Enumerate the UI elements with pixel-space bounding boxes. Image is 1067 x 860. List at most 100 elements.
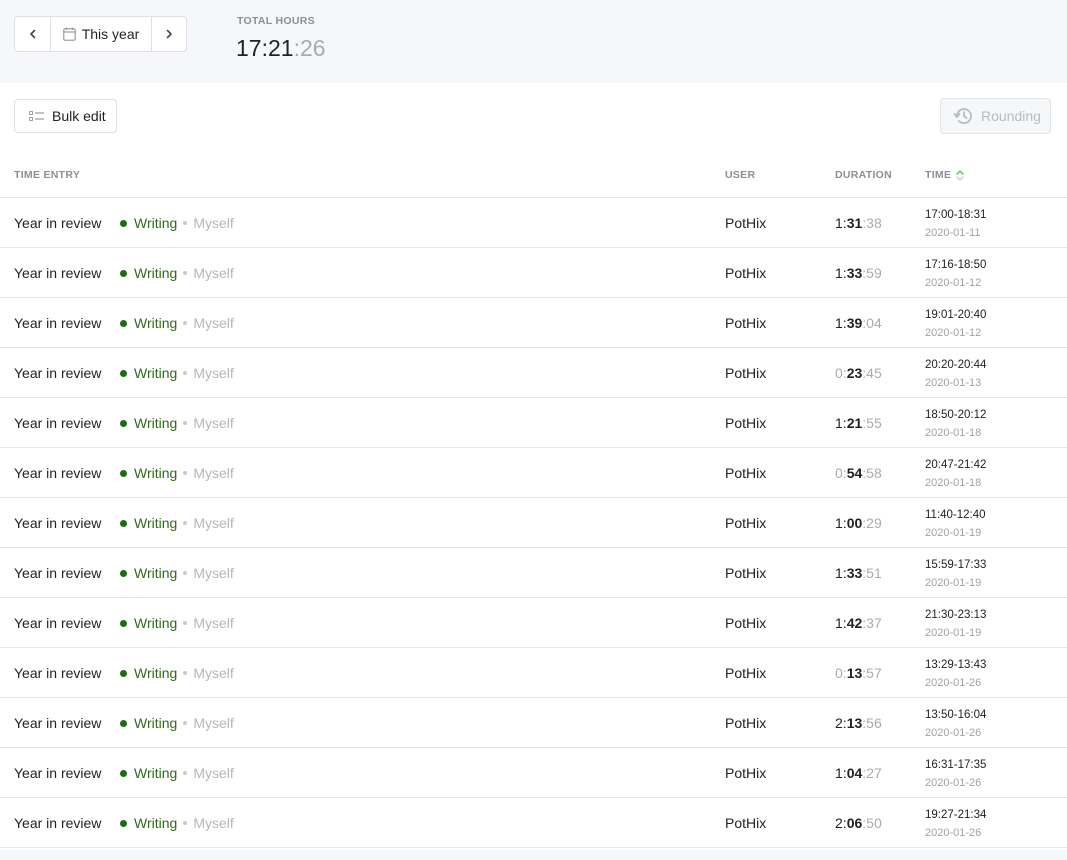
entry-description[interactable]: Year in review (14, 365, 101, 381)
project-name: Writing (134, 615, 178, 631)
entry-duration[interactable]: 1:33:51 (835, 565, 882, 581)
header-time-label: TIME (925, 169, 952, 181)
entry-time-range[interactable]: 21:30-23:13 (925, 609, 986, 621)
separator-dot (183, 221, 188, 225)
period-dropdown[interactable]: This year (50, 17, 151, 51)
duration-minutes: 42 (846, 615, 863, 631)
duration-hours: 2 (835, 815, 843, 831)
table-row[interactable]: Year in review Writing Myself PotHix 0:13:57… (0, 648, 1067, 698)
duration-minutes: 39 (846, 315, 863, 331)
entry-time-range[interactable]: 17:16-18:50 (925, 259, 986, 271)
duration-hours: 2 (835, 715, 843, 731)
table-row[interactable]: Year in review Writing Myself PotHix 2:06:50… (0, 798, 1067, 848)
duration-hours: 1 (835, 765, 843, 781)
duration-hours: 1 (835, 615, 843, 631)
entry-time-range[interactable]: 20:20-20:44 (925, 359, 986, 371)
entry-duration[interactable]: 1:21:55 (835, 415, 882, 431)
header-time[interactable]: TIME (925, 169, 964, 181)
header-user[interactable]: USER (725, 169, 755, 181)
previous-period-button[interactable] (15, 17, 50, 51)
client-name: Myself (193, 415, 234, 431)
header-time-entry[interactable]: TIME ENTRY (14, 169, 80, 181)
entry-description[interactable]: Year in review (14, 715, 101, 731)
entry-description[interactable]: Year in review (14, 465, 101, 481)
entry-duration[interactable]: 0:13:57 (835, 665, 882, 681)
entry-duration[interactable]: 2:06:50 (835, 815, 882, 831)
entry-time-range[interactable]: 11:40-12:40 (925, 509, 986, 521)
table-row[interactable]: Year in review Writing Myself PotHix 1:33:59… (0, 248, 1067, 298)
duration-hours: 0 (835, 465, 843, 481)
entry-project[interactable]: Writing Myself (120, 265, 234, 281)
project-color-dot (120, 469, 127, 477)
table-row[interactable]: Year in review Writing Myself PotHix 1:21:55… (0, 398, 1067, 448)
entry-project[interactable]: Writing Myself (120, 365, 234, 381)
entry-duration[interactable]: 1:31:38 (835, 215, 882, 231)
table-row[interactable]: Year in review Writing Myself PotHix 1:04:27… (0, 748, 1067, 798)
rounding-button[interactable]: Rounding (940, 98, 1051, 134)
header-duration[interactable]: DURATION (835, 169, 892, 181)
entry-date: 2020-01-19 (925, 627, 982, 639)
entry-description[interactable]: Year in review (14, 415, 101, 431)
separator-dot (183, 521, 188, 525)
project-name: Writing (134, 715, 178, 731)
entry-duration[interactable]: 1:42:37 (835, 615, 882, 631)
entry-description[interactable]: Year in review (14, 515, 101, 531)
entry-time-range[interactable]: 13:29-13:43 (925, 659, 986, 671)
entry-duration[interactable]: 1:00:29 (835, 515, 882, 531)
separator-dot (183, 271, 188, 275)
entry-duration[interactable]: 2:13:56 (835, 715, 882, 731)
entry-project[interactable]: Writing Myself (120, 215, 234, 231)
entry-user: PotHix (725, 365, 767, 381)
table-row[interactable]: Year in review Writing Myself PotHix 1:31:38… (0, 198, 1067, 248)
table-row[interactable]: Year in review Writing Myself PotHix 1:33:51… (0, 548, 1067, 598)
entry-duration[interactable]: 1:04:27 (835, 765, 882, 781)
entry-project[interactable]: Writing Myself (120, 765, 234, 781)
entry-description[interactable]: Year in review (14, 615, 101, 631)
entry-project[interactable]: Writing Myself (120, 415, 234, 431)
entry-project[interactable]: Writing Myself (120, 815, 234, 831)
entry-project[interactable]: Writing Myself (120, 465, 234, 481)
next-period-button[interactable] (151, 17, 186, 51)
entry-duration[interactable]: 1:33:59 (835, 265, 882, 281)
project-name: Writing (134, 665, 178, 681)
entry-project[interactable]: Writing Myself (120, 565, 234, 581)
entry-user: PotHix (725, 215, 767, 231)
table-row[interactable]: Year in review Writing Myself PotHix 1:39:04… (0, 298, 1067, 348)
table-row[interactable]: Year in review Writing Myself PotHix 2:13:56… (0, 698, 1067, 748)
table-row[interactable]: Year in review Writing Myself PotHix 1:00:29… (0, 498, 1067, 548)
entry-project[interactable]: Writing Myself (120, 315, 234, 331)
separator-dot (183, 371, 188, 375)
entry-time-range[interactable]: 18:50-20:12 (925, 409, 986, 421)
entry-description[interactable]: Year in review (14, 565, 101, 581)
duration-minutes: 06 (846, 815, 863, 831)
project-name: Writing (134, 265, 178, 281)
entry-time-range[interactable]: 15:59-17:33 (925, 559, 986, 571)
entry-time-range[interactable]: 19:01-20:40 (925, 309, 986, 321)
table-row[interactable]: Year in review Writing Myself PotHix 1:42:37… (0, 598, 1067, 648)
entry-description[interactable]: Year in review (14, 665, 101, 681)
entry-description[interactable]: Year in review (14, 215, 101, 231)
table-row[interactable]: Year in review Writing Myself PotHix 0:23:45… (0, 348, 1067, 398)
table-row[interactable]: Year in review Writing Myself PotHix 0:54:58… (0, 448, 1067, 498)
entry-time-range[interactable]: 17:00-18:31 (925, 209, 986, 221)
project-name: Writing (134, 365, 178, 381)
client-name: Myself (193, 215, 234, 231)
entry-time-range[interactable]: 20:47-21:42 (925, 459, 986, 471)
project-color-dot (120, 819, 127, 827)
entry-duration[interactable]: 0:54:58 (835, 465, 882, 481)
entry-time-range[interactable]: 19:27-21:34 (925, 809, 986, 821)
entry-project[interactable]: Writing Myself (120, 515, 234, 531)
entry-project[interactable]: Writing Myself (120, 665, 234, 681)
entry-time-range[interactable]: 16:31-17:35 (925, 759, 986, 771)
entry-project[interactable]: Writing Myself (120, 615, 234, 631)
entry-description[interactable]: Year in review (14, 265, 101, 281)
entry-description[interactable]: Year in review (14, 765, 101, 781)
entry-duration[interactable]: 0:23:45 (835, 365, 882, 381)
entry-duration[interactable]: 1:39:04 (835, 315, 882, 331)
bulk-edit-button[interactable]: Bulk edit (14, 99, 117, 133)
period-selector: This year (14, 16, 187, 52)
entry-description[interactable]: Year in review (14, 815, 101, 831)
entry-description[interactable]: Year in review (14, 315, 101, 331)
entry-project[interactable]: Writing Myself (120, 715, 234, 731)
entry-time-range[interactable]: 13:50-16:04 (925, 709, 986, 721)
